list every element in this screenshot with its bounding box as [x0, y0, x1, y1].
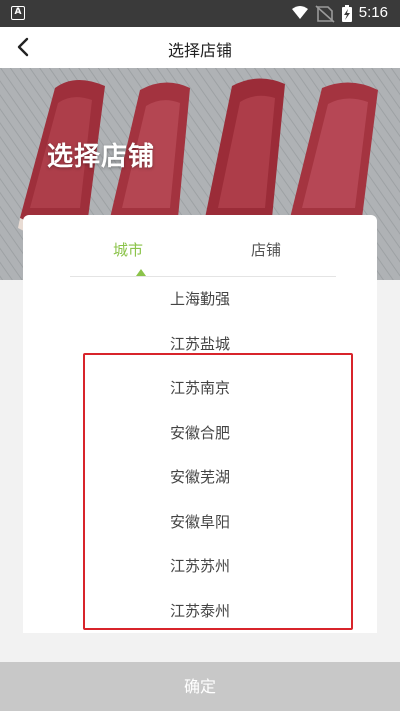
clock: 5:16 [358, 4, 388, 21]
tab-city[interactable]: 城市 [88, 239, 168, 260]
list-item[interactable]: 上海勤强 [23, 277, 377, 322]
status-bar: A 5:16 [0, 0, 400, 27]
navigation-bar: 选择店铺 [0, 27, 400, 68]
confirm-button[interactable]: 确定 [0, 662, 400, 711]
hero-title: 选择店铺 [47, 142, 156, 172]
page-title: 选择店铺 [167, 41, 232, 60]
wifi-icon [292, 6, 308, 19]
tab-store[interactable]: 店铺 [226, 239, 306, 260]
active-tab-indicator [136, 269, 146, 276]
tab-bar: 城市 店铺 [70, 215, 336, 277]
annotation-highlight-box [83, 353, 353, 630]
app-notification-icon: A [11, 6, 25, 20]
no-sim-icon [315, 5, 335, 23]
battery-charging-icon [342, 5, 352, 22]
